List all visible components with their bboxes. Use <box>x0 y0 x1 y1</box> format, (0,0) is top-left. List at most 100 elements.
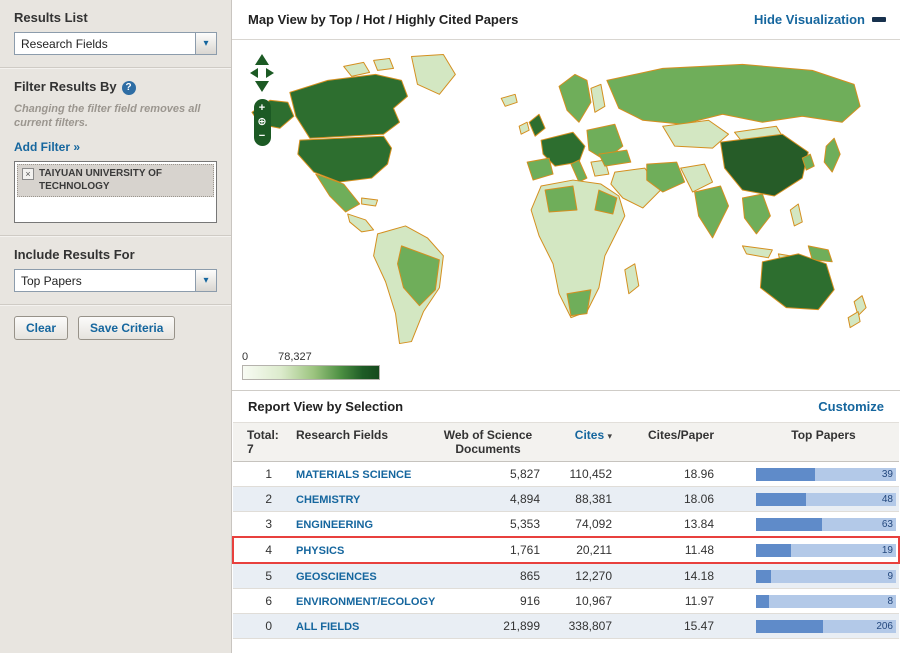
arctic-islands[interactable] <box>343 61 371 77</box>
results-list-heading: Results List <box>14 10 88 25</box>
country-russia[interactable] <box>606 63 861 125</box>
country-japan[interactable] <box>823 137 841 173</box>
region-southeast-asia[interactable] <box>741 193 771 235</box>
rank-cell: 6 <box>233 588 288 614</box>
cites-cell: 338,807 <box>548 613 620 639</box>
country-madagascar[interactable] <box>624 263 640 295</box>
filter-section: Filter Results By? Changing the filter f… <box>14 79 217 224</box>
region-afghanistan-pakistan[interactable] <box>680 163 714 193</box>
table-row: 0 ALL FIELDS 21,899 338,807 15.47 206 <box>233 613 899 639</box>
country-iceland[interactable] <box>500 93 518 107</box>
cites-cell: 88,381 <box>548 486 620 512</box>
clear-button[interactable]: Clear <box>14 316 69 341</box>
country-algeria[interactable] <box>544 185 578 213</box>
cites-per-paper-cell: 14.18 <box>620 563 748 589</box>
top-papers-bar: 8 <box>756 594 896 608</box>
research-field-cell: ENVIRONMENT/ECOLOGY <box>288 588 435 614</box>
zoom-in-icon[interactable]: + <box>259 103 265 114</box>
pan-up-icon[interactable] <box>255 54 269 65</box>
top-papers-bar: 9 <box>756 569 896 583</box>
research-field-cell: ENGINEERING <box>288 511 428 538</box>
map-visualization-area: + ⊕ − 0 78,327 <box>232 40 900 390</box>
save-criteria-button[interactable]: Save Criteria <box>78 316 176 341</box>
country-usa[interactable] <box>297 135 393 183</box>
country-uk[interactable] <box>528 113 546 137</box>
wos-documents-cell: 5,353 <box>428 511 548 538</box>
top-papers-count: 63 <box>881 518 893 530</box>
results-list-section: Results List Research Fields ▾ <box>14 10 217 55</box>
top-papers-count: 206 <box>876 620 893 632</box>
sort-desc-icon: ▾ <box>607 431 612 441</box>
sidebar: Results List Research Fields ▾ Filter Re… <box>0 0 232 653</box>
research-field-link[interactable]: PHYSICS <box>296 545 344 557</box>
column-header-top-papers: Top Papers <box>748 422 899 462</box>
remove-filter-icon[interactable]: × <box>22 168 34 181</box>
research-field-link[interactable]: ALL FIELDS <box>296 621 359 633</box>
include-results-dropdown[interactable]: Top Papers ▾ <box>14 269 217 293</box>
add-filter-link[interactable]: Add Filter » <box>14 140 80 154</box>
country-cuba[interactable] <box>361 197 379 207</box>
country-italy[interactable] <box>570 159 588 183</box>
country-australia[interactable] <box>759 253 835 311</box>
rank-cell: 2 <box>233 486 288 512</box>
country-finland[interactable] <box>590 83 606 113</box>
cites-cell: 110,452 <box>548 461 620 487</box>
filter-item-taiyuan[interactable]: × TAIYUAN UNIVERSITY OF TECHNOLOGY <box>17 164 214 198</box>
include-results-dropdown-value: Top Papers <box>21 273 82 288</box>
country-ireland[interactable] <box>518 121 530 135</box>
top-papers-cell: 39 <box>748 461 899 487</box>
results-list-dropdown[interactable]: Research Fields ▾ <box>14 32 217 55</box>
research-field-link[interactable]: ENVIRONMENT/ECOLOGY <box>296 596 435 608</box>
research-field-cell: ALL FIELDS <box>288 613 428 639</box>
country-greenland[interactable] <box>410 53 456 95</box>
chevron-down-icon[interactable]: ▾ <box>195 33 216 54</box>
country-india[interactable] <box>694 185 730 239</box>
rank-cell: 4 <box>232 536 288 564</box>
customize-link[interactable]: Customize <box>818 399 884 414</box>
hide-visualization-link[interactable]: Hide Visualization <box>754 12 886 27</box>
research-field-link[interactable]: MATERIALS SCIENCE <box>296 469 411 481</box>
country-indonesia[interactable] <box>741 245 773 259</box>
top-papers-bar: 206 <box>756 619 896 633</box>
country-south-africa[interactable] <box>566 289 592 317</box>
top-papers-cell: 206 <box>748 613 899 639</box>
top-papers-cell: 8 <box>748 588 899 614</box>
top-papers-bar: 19 <box>756 543 896 557</box>
cites-per-paper-cell: 11.48 <box>620 536 748 564</box>
legend-gradient-bar <box>242 365 380 380</box>
pan-left-icon[interactable] <box>250 68 258 78</box>
include-results-section: Include Results For Top Papers ▾ <box>14 247 217 293</box>
wos-documents-cell: 5,827 <box>428 461 548 487</box>
research-field-link[interactable]: CHEMISTRY <box>296 494 360 506</box>
region-scandinavia[interactable] <box>558 73 592 123</box>
research-field-link[interactable]: GEOSCIENCES <box>296 571 377 583</box>
top-papers-bar: 63 <box>756 517 896 531</box>
globe-icon[interactable]: ⊕ <box>257 117 266 128</box>
wos-documents-cell: 4,894 <box>428 486 548 512</box>
country-kazakhstan[interactable] <box>662 119 730 149</box>
top-papers-cell: 63 <box>748 511 899 538</box>
report-view-header: Report View by Selection Customize <box>232 390 900 422</box>
wos-documents-cell: 1,761 <box>428 536 548 564</box>
country-china[interactable] <box>720 133 809 197</box>
region-iberia[interactable] <box>526 157 554 181</box>
filter-item-label: TAIYUAN UNIVERSITY OF TECHNOLOGY <box>39 168 162 192</box>
top-papers-bar: 39 <box>756 467 896 481</box>
arctic-islands[interactable] <box>373 57 395 71</box>
sidebar-divider <box>0 304 231 307</box>
zoom-out-icon[interactable]: − <box>259 131 265 142</box>
pan-down-icon[interactable] <box>255 81 269 92</box>
research-field-cell: GEOSCIENCES <box>288 563 428 589</box>
country-new-zealand-south[interactable] <box>847 311 861 329</box>
pan-right-icon[interactable] <box>266 68 274 78</box>
world-map-svg[interactable] <box>244 50 892 350</box>
research-field-link[interactable]: ENGINEERING <box>296 519 373 531</box>
legend-min-value: 0 <box>242 351 249 363</box>
country-philippines[interactable] <box>789 203 803 227</box>
column-header-cites[interactable]: Cites ▾ <box>548 422 620 462</box>
country-canada[interactable] <box>289 73 408 139</box>
legend-max-value: 78,327 <box>278 351 312 363</box>
region-central-america[interactable] <box>347 213 375 233</box>
chevron-down-icon[interactable]: ▾ <box>195 270 216 292</box>
help-icon[interactable]: ? <box>121 80 136 95</box>
